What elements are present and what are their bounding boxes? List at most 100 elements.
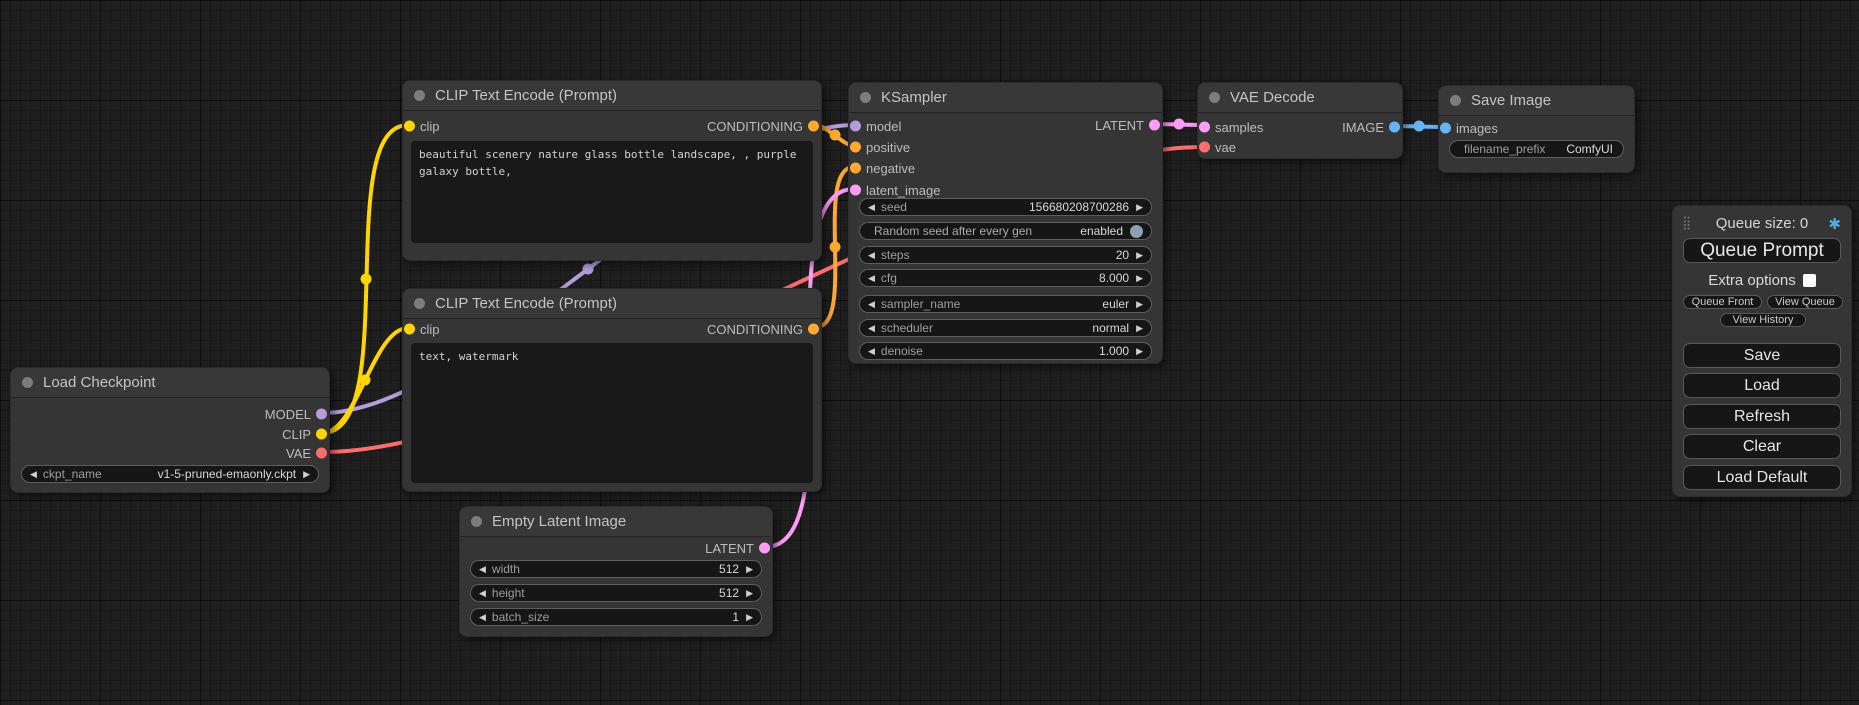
input-port-images[interactable] [1440, 123, 1451, 134]
stepper-left-icon[interactable]: ◀ [479, 565, 486, 574]
output-port-vae[interactable] [316, 448, 327, 459]
stepper-left-icon[interactable]: ◀ [868, 203, 875, 212]
widget-value: 20 [1116, 248, 1129, 262]
output-port-conditioning[interactable] [808, 121, 819, 132]
stepper-right-icon[interactable]: ▶ [1136, 203, 1143, 212]
node-header[interactable]: CLIP Text Encode (Prompt) [403, 81, 821, 111]
widget-label: denoise [881, 344, 923, 358]
node-header[interactable]: KSampler [849, 83, 1162, 113]
output-port-conditioning[interactable] [808, 324, 819, 335]
stepper-right-icon[interactable]: ▶ [1136, 251, 1143, 260]
widget-label: height [492, 586, 525, 600]
extra-options-label: Extra options [1708, 272, 1796, 289]
stepper-left-icon[interactable]: ◀ [479, 613, 486, 622]
output-port-clip[interactable] [316, 429, 327, 440]
save-button[interactable]: Save [1683, 343, 1841, 368]
node-collapse-dot-icon[interactable] [1209, 92, 1220, 103]
stepper-left-icon[interactable]: ◀ [868, 347, 875, 356]
queue-prompt-button[interactable]: Queue Prompt [1683, 238, 1841, 263]
output-port-latent[interactable] [1149, 120, 1160, 131]
view-history-button[interactable]: View History [1720, 313, 1806, 327]
stepper-left-icon[interactable]: ◀ [30, 470, 37, 479]
stepper-left-icon[interactable]: ◀ [868, 274, 875, 283]
toggle-knob-icon[interactable] [1130, 225, 1143, 238]
stepper-right-icon[interactable]: ▶ [746, 589, 753, 598]
stepper-left-icon[interactable]: ◀ [868, 251, 875, 260]
slot-label: LATENT [705, 541, 754, 556]
node-clip-text-encode-negative[interactable]: CLIP Text Encode (Prompt) clip CONDITION… [402, 288, 822, 492]
stepper-right-icon[interactable]: ▶ [1136, 347, 1143, 356]
ckpt-name-combo-widget[interactable]: ◀ ckpt_name v1-5-pruned-emaonly.ckpt ▶ [21, 465, 319, 483]
stepper-right-icon[interactable]: ▶ [746, 565, 753, 574]
stepper-right-icon[interactable]: ▶ [1136, 324, 1143, 333]
steps-number-widget[interactable]: ◀ steps 20 ▶ [859, 246, 1152, 264]
node-collapse-dot-icon[interactable] [414, 90, 425, 101]
node-clip-text-encode-positive[interactable]: CLIP Text Encode (Prompt) clip CONDITION… [402, 80, 822, 261]
height-number-widget[interactable]: ◀ height 512 ▶ [470, 584, 762, 602]
node-header[interactable]: CLIP Text Encode (Prompt) [403, 289, 821, 319]
clear-button[interactable]: Clear [1683, 434, 1841, 459]
node-title: CLIP Text Encode (Prompt) [435, 87, 617, 104]
slot-label: latent_image [866, 183, 940, 198]
node-header[interactable]: Empty Latent Image [460, 507, 772, 537]
node-vae-decode[interactable]: VAE Decode samples vae IMAGE [1197, 82, 1403, 159]
batch-size-number-widget[interactable]: ◀ batch_size 1 ▶ [470, 608, 762, 626]
widget-label: steps [881, 248, 910, 262]
drag-handle-icon[interactable]: ⣿ [1682, 215, 1690, 231]
node-collapse-dot-icon[interactable] [22, 377, 33, 388]
widget-value: enabled [1080, 224, 1123, 238]
cfg-number-widget[interactable]: ◀ cfg 8.000 ▶ [859, 269, 1152, 287]
denoise-number-widget[interactable]: ◀ denoise 1.000 ▶ [859, 342, 1152, 360]
node-save-image[interactable]: Save Image images filename_prefix ComfyU… [1438, 85, 1635, 173]
input-port-vae[interactable] [1199, 142, 1210, 153]
random-seed-toggle-widget[interactable]: Random seed after every gen enabled [859, 222, 1152, 240]
node-collapse-dot-icon[interactable] [1450, 95, 1461, 106]
refresh-button[interactable]: Refresh [1683, 404, 1841, 429]
link-midpoint-dot [361, 274, 372, 285]
stepper-right-icon[interactable]: ▶ [303, 470, 310, 479]
load-button[interactable]: Load [1683, 373, 1841, 398]
link-midpoint-dot [830, 242, 841, 253]
width-number-widget[interactable]: ◀ width 512 ▶ [470, 560, 762, 578]
widget-label: Random seed after every gen [874, 224, 1032, 238]
load-default-button[interactable]: Load Default [1683, 465, 1841, 490]
node-header[interactable]: Load Checkpoint [11, 368, 329, 398]
extra-options-checkbox[interactable] [1803, 274, 1816, 287]
prompt-textarea[interactable]: beautiful scenery nature glass bottle la… [411, 141, 813, 243]
stepper-left-icon[interactable]: ◀ [479, 589, 486, 598]
node-collapse-dot-icon[interactable] [471, 516, 482, 527]
node-empty-latent-image[interactable]: Empty Latent Image LATENT ◀ width 512 ▶ … [459, 506, 773, 637]
prompt-textarea[interactable]: text, watermark [411, 343, 813, 483]
input-port-positive[interactable] [850, 142, 861, 153]
stepper-right-icon[interactable]: ▶ [1136, 300, 1143, 309]
node-load-checkpoint[interactable]: Load Checkpoint MODEL CLIP VAE ◀ ckpt_na… [10, 367, 330, 493]
node-header[interactable]: VAE Decode [1198, 83, 1402, 113]
stepper-right-icon[interactable]: ▶ [746, 613, 753, 622]
seed-number-widget[interactable]: ◀ seed 156680208700286 ▶ [859, 198, 1152, 216]
view-queue-button[interactable]: View Queue [1767, 295, 1843, 309]
gear-icon[interactable]: ✱ [1828, 215, 1841, 233]
queue-menu-panel: ⣿ Queue size: 0 ✱ Queue Prompt Extra opt… [1672, 205, 1852, 497]
sampler-name-combo-widget[interactable]: ◀ sampler_name euler ▶ [859, 295, 1152, 313]
widget-value: v1-5-pruned-emaonly.ckpt [158, 467, 297, 481]
node-collapse-dot-icon[interactable] [414, 298, 425, 309]
queue-front-button[interactable]: Queue Front [1683, 295, 1762, 309]
scheduler-combo-widget[interactable]: ◀ scheduler normal ▶ [859, 319, 1152, 337]
widget-label: seed [881, 200, 907, 214]
node-title: Load Checkpoint [43, 374, 156, 391]
slot-label: IMAGE [1342, 120, 1384, 135]
filename-prefix-text-widget[interactable]: filename_prefix ComfyUI [1449, 140, 1624, 158]
node-collapse-dot-icon[interactable] [860, 92, 871, 103]
node-ksampler[interactable]: KSampler model positive negative latent_… [848, 82, 1163, 364]
widget-value: 8.000 [1099, 271, 1129, 285]
input-port-negative[interactable] [850, 163, 861, 174]
stepper-right-icon[interactable]: ▶ [1136, 274, 1143, 283]
node-header[interactable]: Save Image [1439, 86, 1634, 116]
output-port-latent[interactable] [759, 543, 770, 554]
input-port-latent-image[interactable] [850, 185, 861, 196]
output-port-model[interactable] [316, 409, 327, 420]
node-graph-canvas[interactable]: Load Checkpoint MODEL CLIP VAE ◀ ckpt_na… [0, 0, 1859, 705]
stepper-left-icon[interactable]: ◀ [868, 300, 875, 309]
stepper-left-icon[interactable]: ◀ [868, 324, 875, 333]
output-port-image[interactable] [1389, 122, 1400, 133]
